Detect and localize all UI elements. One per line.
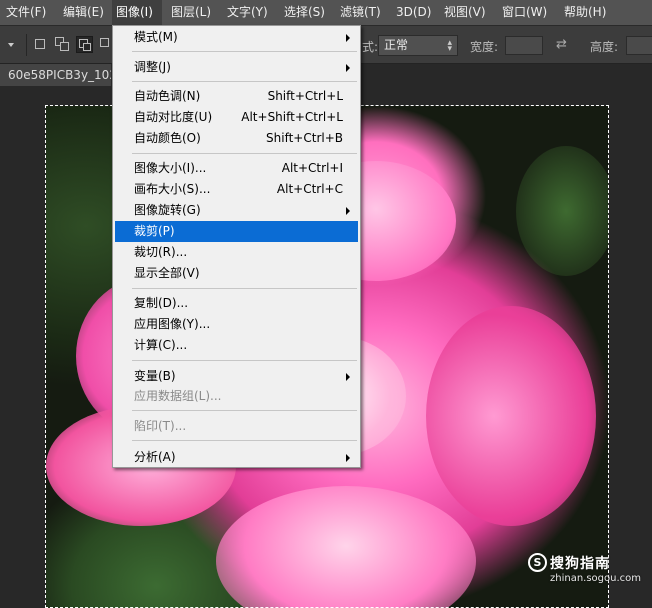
watermark-url: zhinan.sogou.com <box>550 573 642 584</box>
submenu-arrow-icon <box>346 34 350 42</box>
submenu-arrow-icon <box>346 64 350 72</box>
menu-separator <box>132 410 357 411</box>
new-selection-icon[interactable] <box>32 36 49 53</box>
subtract-from-selection-icon[interactable] <box>76 36 93 53</box>
style-label: 式: <box>362 40 379 54</box>
menu-item-auto-color[interactable]: 自动颜色(O) Shift+Ctrl+B <box>115 128 358 149</box>
options-separator <box>26 34 27 56</box>
menu-item-variables[interactable]: 变量(B) <box>115 366 358 387</box>
menu-item-auto-tone[interactable]: 自动色调(N) Shift+Ctrl+L <box>115 86 358 107</box>
menu-select[interactable]: 选择(S) <box>280 0 329 25</box>
menu-filter[interactable]: 滤镜(T) <box>336 0 385 25</box>
menu-item-canvas-size[interactable]: 画布大小(S)... Alt+Ctrl+C <box>115 179 358 200</box>
submenu-arrow-icon <box>346 207 350 215</box>
menu-item-image-rotation[interactable]: 图像旋转(G) <box>115 200 358 221</box>
updown-arrow-icon: ▴ ▾ <box>447 38 452 54</box>
sogou-logo-icon: S <box>528 553 547 572</box>
menu-separator <box>132 51 357 52</box>
menu-item-apply-image[interactable]: 应用图像(Y)... <box>115 314 358 335</box>
menu-item-crop[interactable]: 裁剪(P) <box>115 221 358 242</box>
menu-item-apply-data-set: 应用数据组(L)... <box>134 389 222 403</box>
menu-item-duplicate[interactable]: 复制(D)... <box>115 293 358 314</box>
menu-item-mode[interactable]: 模式(M) <box>115 27 358 48</box>
menu-layer[interactable]: 图层(L) <box>167 0 215 25</box>
menu-bar: 文件(F) 编辑(E) 图像(I) 图层(L) 文字(Y) 选择(S) 滤镜(T… <box>0 0 652 25</box>
menu-item-adjustments[interactable]: 调整(J) <box>115 57 358 78</box>
watermark: S 搜狗指南 zhinan.sogou.com <box>528 553 642 593</box>
width-field[interactable] <box>505 36 543 55</box>
menu-3d[interactable]: 3D(D) <box>392 0 435 25</box>
style-select-value: 正常 <box>384 38 409 52</box>
image-menu-dropdown: 模式(M) 调整(J) 自动色调(N) Shift+Ctrl+L 自动对比度(U… <box>112 25 361 468</box>
document-tab[interactable]: 60e58PICB3y_1024 <box>0 64 112 86</box>
height-field[interactable] <box>626 36 652 55</box>
menu-item-reveal-all[interactable]: 显示全部(V) <box>115 263 358 284</box>
tool-preset-dropdown-icon[interactable] <box>8 43 14 47</box>
menu-separator <box>132 153 357 154</box>
menu-view[interactable]: 视图(V) <box>440 0 490 25</box>
submenu-arrow-icon <box>346 373 350 381</box>
menu-separator <box>132 288 357 289</box>
menu-window[interactable]: 窗口(W) <box>498 0 551 25</box>
menu-item-image-size[interactable]: 图像大小(I)... Alt+Ctrl+I <box>115 158 358 179</box>
menu-type[interactable]: 文字(Y) <box>223 0 272 25</box>
submenu-arrow-icon <box>346 454 350 462</box>
watermark-brand: 搜狗指南 <box>550 556 610 572</box>
menu-file[interactable]: 文件(F) <box>2 0 50 25</box>
width-label: 宽度: <box>470 40 499 54</box>
add-to-selection-icon[interactable] <box>54 36 71 53</box>
height-label: 高度: <box>590 40 619 54</box>
menu-help[interactable]: 帮助(H) <box>560 0 610 25</box>
menu-item-trim[interactable]: 裁切(R)... <box>115 242 358 263</box>
swap-width-height-icon[interactable]: ⇄ <box>556 37 567 52</box>
menu-item-analysis[interactable]: 分析(A) <box>115 447 358 468</box>
menu-item-trap: 陷印(T)... <box>134 419 187 433</box>
menu-separator <box>132 360 357 361</box>
menu-separator <box>132 440 357 441</box>
menu-item-calculations[interactable]: 计算(C)... <box>115 335 358 356</box>
menu-edit[interactable]: 编辑(E) <box>59 0 108 25</box>
menu-item-auto-contrast[interactable]: 自动对比度(U) Alt+Shift+Ctrl+L <box>115 107 358 128</box>
menu-image[interactable]: 图像(I) <box>112 0 162 25</box>
style-select[interactable]: 正常 ▴ ▾ <box>378 35 458 56</box>
menu-separator <box>132 81 357 82</box>
